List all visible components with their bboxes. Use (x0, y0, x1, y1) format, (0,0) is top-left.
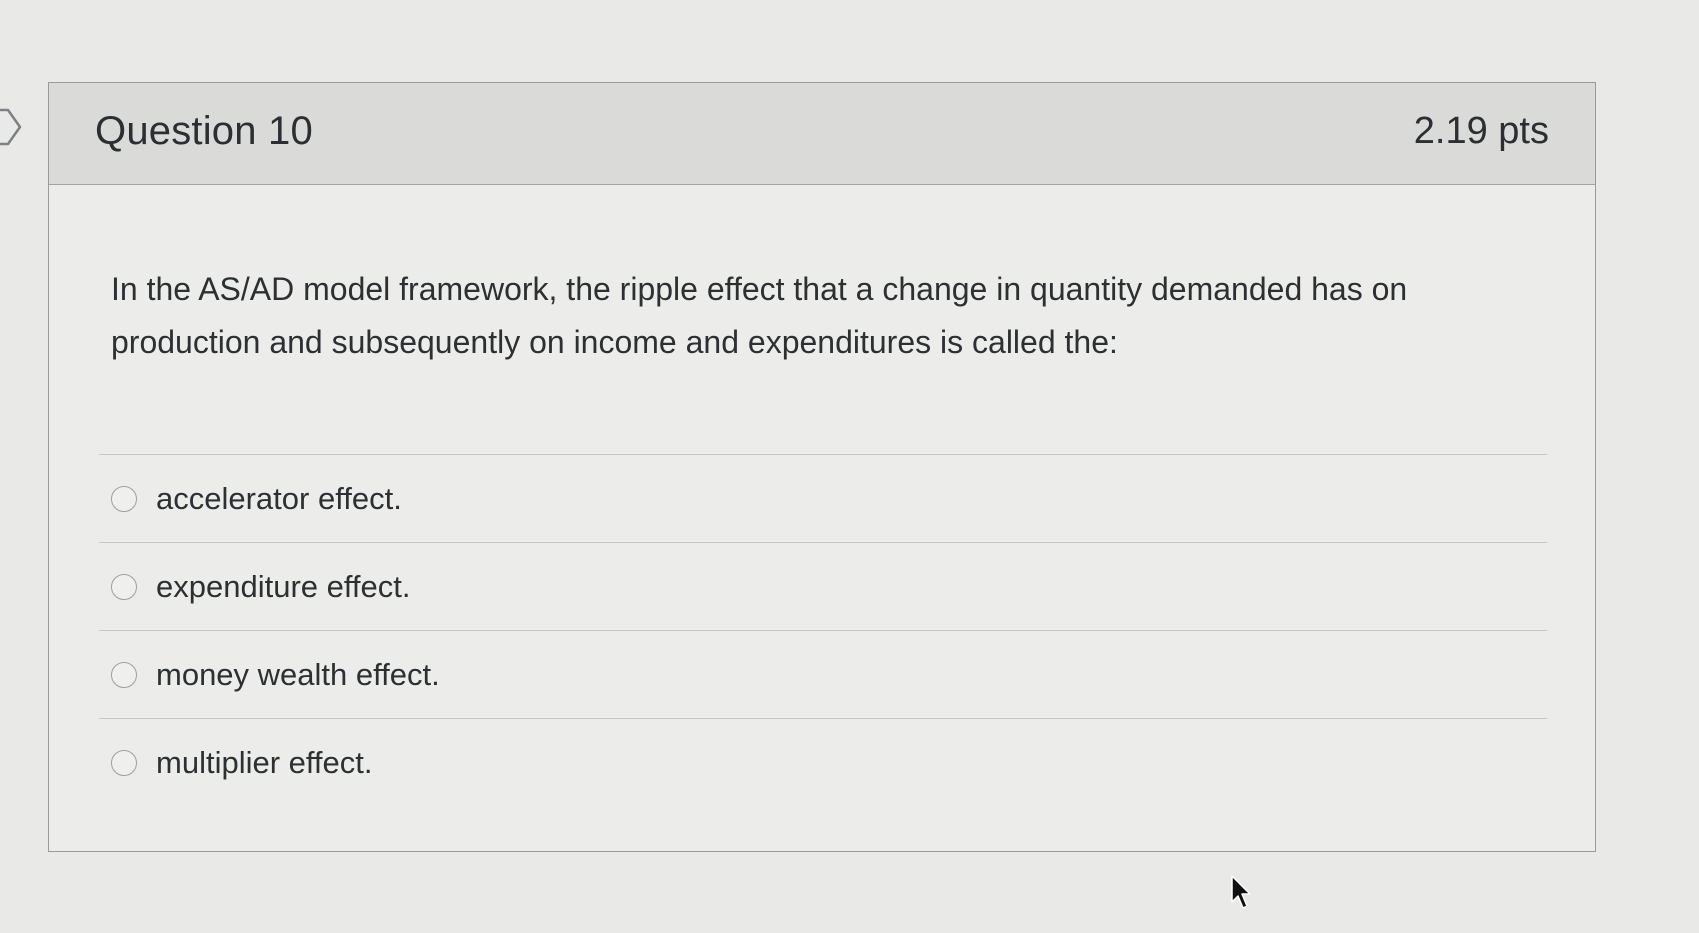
answer-label[interactable]: money wealth effect. (156, 659, 440, 690)
answer-option-expenditure[interactable]: expenditure effect. (99, 543, 1547, 630)
question-card: Question 10 2.19 pts In the AS/AD model … (48, 82, 1596, 852)
question-title: Question 10 (95, 109, 313, 153)
radio-button[interactable] (111, 485, 137, 512)
question-header: Question 10 2.19 pts (49, 83, 1595, 185)
question-flag-chevron-icon (0, 108, 22, 146)
answer-label[interactable]: accelerator effect. (156, 483, 402, 514)
mouse-pointer-icon (1231, 875, 1251, 909)
radio-button[interactable] (111, 573, 137, 600)
answer-label[interactable]: expenditure effect. (156, 571, 411, 602)
answer-option-multiplier[interactable]: multiplier effect. (99, 719, 1547, 806)
radio-button[interactable] (111, 749, 137, 776)
question-points: 2.19 pts (1413, 110, 1549, 152)
question-text: In the AS/AD model framework, the ripple… (111, 271, 1408, 360)
answer-option-money-wealth[interactable]: money wealth effect. (99, 631, 1547, 718)
answer-option-accelerator[interactable]: accelerator effect. (99, 455, 1547, 542)
radio-button[interactable] (111, 661, 137, 688)
answer-label[interactable]: multiplier effect. (156, 747, 373, 778)
answer-list: accelerator effect. expenditure effect. … (99, 454, 1547, 806)
